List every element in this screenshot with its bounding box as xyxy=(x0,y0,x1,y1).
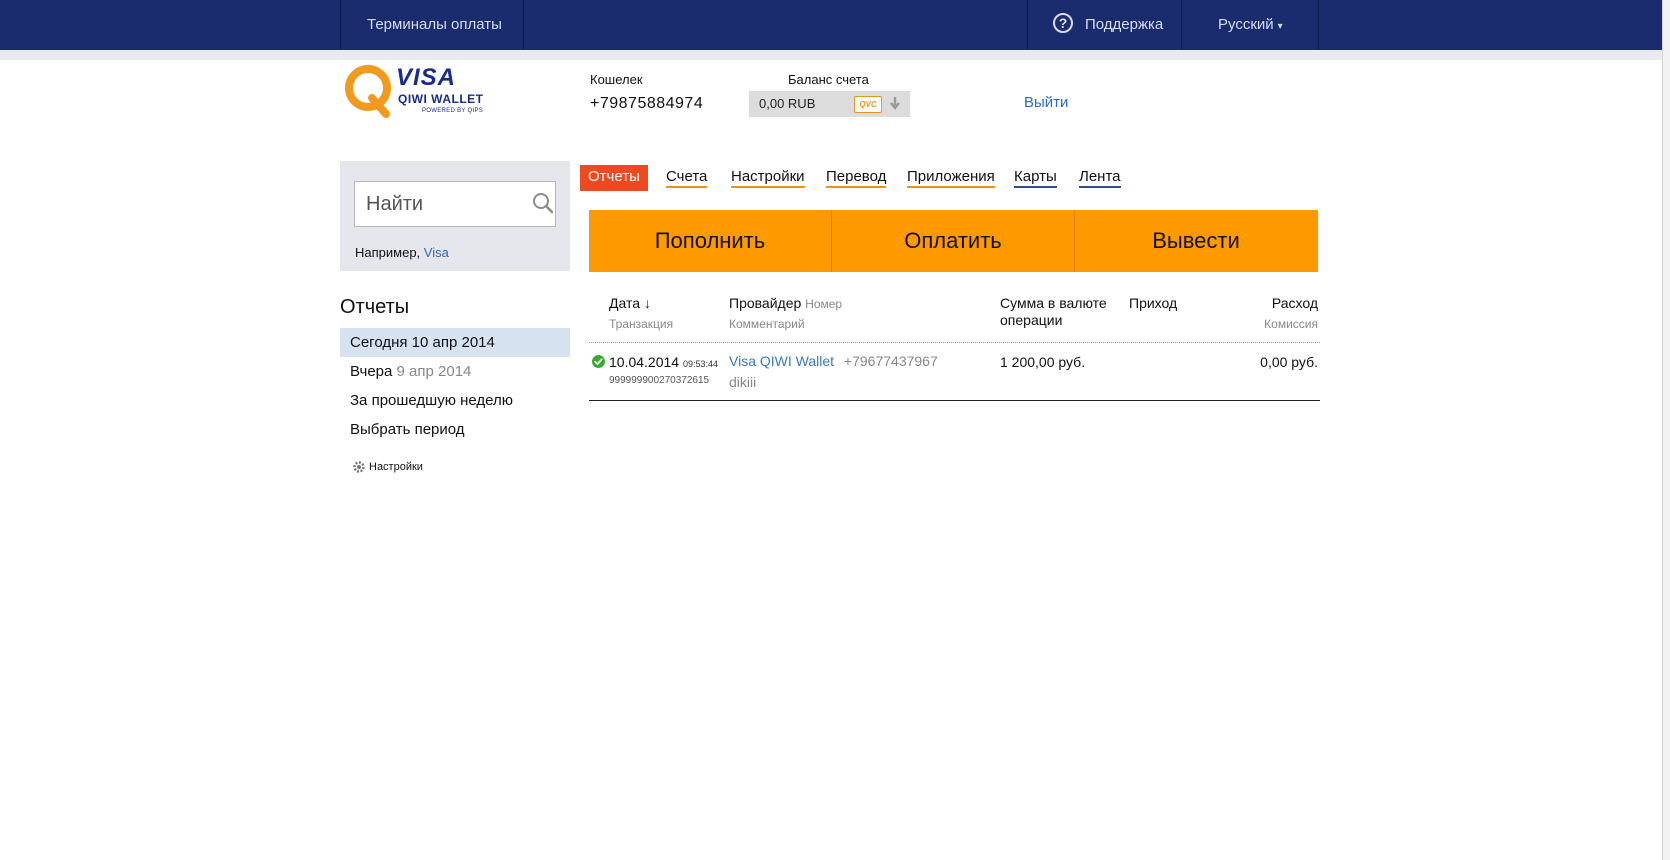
table-header-divider xyxy=(589,342,1320,343)
logo-wallet-text: QIWI WALLET xyxy=(398,92,484,106)
balance-label: Баланс счета xyxy=(788,72,869,87)
column-header-amount: Сумма в валюте операции xyxy=(1000,295,1107,329)
tab-cards[interactable]: Карты xyxy=(1014,165,1057,191)
tab-feed[interactable]: Лента xyxy=(1079,165,1121,191)
tab-label: Приложения xyxy=(907,168,995,188)
row-time: 09:53:44 xyxy=(682,359,719,369)
sidebar-item-label: Выбрать период xyxy=(350,421,465,438)
sidebar-item-last-week[interactable]: За прошедшую неделю xyxy=(340,386,570,415)
sidebar-item-label: Сегодня 10 апр 2014 xyxy=(350,334,495,351)
tab-label: Счета xyxy=(666,168,708,188)
tab-transfer[interactable]: Перевод xyxy=(826,165,887,191)
column-header-income: Приход xyxy=(1129,295,1178,311)
search-hint-prefix: Например, xyxy=(355,245,424,260)
table-row-divider xyxy=(589,400,1320,401)
language-label: Русский xyxy=(1218,16,1274,33)
sidebar-settings-label: Настройки xyxy=(369,460,423,473)
sidebar-item-label: За прошедшую неделю xyxy=(350,392,514,409)
qiwi-q-logo-icon xyxy=(345,65,391,118)
column-header-commission: Комиссия xyxy=(1264,317,1318,331)
row-provider-link[interactable]: Visa QIWI Wallet xyxy=(729,353,834,369)
topup-button[interactable]: Пополнить xyxy=(589,210,831,272)
top-separator xyxy=(1318,0,1319,50)
payment-terminals-link[interactable]: Терминалы оплаты xyxy=(367,0,502,50)
search-hint-example-link[interactable]: Visa xyxy=(424,245,449,260)
column-header-transaction: Транзакция xyxy=(609,317,674,331)
tab-label: Карты xyxy=(1014,168,1057,188)
column-header-comment: Комментарий xyxy=(729,317,805,331)
chevron-down-icon: ▾ xyxy=(1277,21,1283,32)
window-scrollbar[interactable] xyxy=(1662,0,1670,860)
row-transaction-id: 999999900270372615 xyxy=(609,375,710,386)
logout-link[interactable]: Выйти xyxy=(1024,94,1068,111)
wallet-phone-number: +79875884974 xyxy=(590,95,704,112)
column-header-date[interactable]: Дата ↓ xyxy=(609,295,651,311)
pay-button[interactable]: Оплатить xyxy=(832,210,1074,272)
action-buttons-bar: Пополнить Оплатить Вывести xyxy=(589,210,1318,272)
logo-visa-text: VISA xyxy=(396,64,457,91)
tab-settings[interactable]: Настройки xyxy=(731,165,805,191)
sidebar-title: Отчеты xyxy=(340,296,410,318)
row-comment: dikiii xyxy=(729,374,757,390)
logo-powered-text: POWERED BY QIPS xyxy=(422,108,484,114)
column-header-provider: Провайдер Номер xyxy=(729,295,842,311)
tab-label: Лента xyxy=(1079,168,1121,188)
arrow-down-icon[interactable] xyxy=(889,93,901,116)
search-panel: Например, Visa xyxy=(340,161,570,271)
row-number: +79677437967 xyxy=(843,353,938,369)
row-amount: 1 200,00 руб. xyxy=(1000,354,1086,370)
amount-header-line1: Сумма в валюте xyxy=(1000,295,1107,311)
sidebar-item-choose-period[interactable]: Выбрать период xyxy=(340,415,570,444)
top-separator xyxy=(340,0,341,50)
search-hint: Например, Visa xyxy=(355,245,449,260)
top-separator xyxy=(1181,0,1182,50)
gear-icon xyxy=(353,461,365,473)
tab-label: Перевод xyxy=(826,168,887,188)
qvc-card-icon[interactable]: QVC xyxy=(854,96,882,113)
top-separator xyxy=(523,0,524,50)
table-row-date: 10.04.2014 09:53:44 xyxy=(609,354,718,370)
top-separator xyxy=(1027,0,1028,50)
sidebar-settings-link[interactable]: Настройки xyxy=(352,460,423,474)
tab-label: Отчеты xyxy=(588,168,640,185)
sidebar-item-today[interactable]: Сегодня 10 апр 2014 xyxy=(340,328,570,357)
language-selector[interactable]: Русский ▾ xyxy=(1218,0,1283,50)
balance-value: 0,00 RUB xyxy=(759,96,816,111)
number-header-label: Номер xyxy=(805,297,843,311)
balance-widget[interactable]: 0,00 RUB QVC xyxy=(749,91,910,117)
provider-header-label: Провайдер xyxy=(729,295,802,311)
tab-applications[interactable]: Приложения xyxy=(907,165,995,191)
amount-header-line2: операции xyxy=(1000,312,1063,328)
row-date: 10.04.2014 xyxy=(609,354,680,370)
success-check-icon xyxy=(592,355,605,368)
search-input[interactable] xyxy=(354,181,556,227)
tab-label: Настройки xyxy=(731,168,805,188)
sidebar-item-label: Вчера xyxy=(350,363,397,380)
visa-qiwi-wallet-logo[interactable]: VISA QIWI WALLET POWERED BY QIPS xyxy=(342,62,492,120)
tab-reports[interactable]: Отчеты xyxy=(580,165,648,191)
top-navigation-bar: Терминалы оплаты ? Поддержка Русский ▾ xyxy=(0,0,1662,50)
header-divider-strip xyxy=(0,50,1662,60)
row-expense: 0,00 руб. xyxy=(1260,354,1318,370)
table-row-provider: Visa QIWI Wallet +79677437967 xyxy=(729,353,938,369)
support-link[interactable]: Поддержка xyxy=(1085,0,1163,50)
withdraw-button[interactable]: Вывести xyxy=(1075,210,1317,272)
wallet-label: Кошелек xyxy=(590,72,643,87)
column-header-expense: Расход xyxy=(1271,295,1318,311)
sidebar-item-yesterday[interactable]: Вчера 9 апр 2014 xyxy=(340,357,570,386)
help-icon[interactable]: ? xyxy=(1053,13,1073,33)
tab-accounts[interactable]: Счета xyxy=(666,165,708,191)
search-icon[interactable] xyxy=(532,192,554,214)
sidebar-item-date: 9 апр 2014 xyxy=(396,363,472,380)
